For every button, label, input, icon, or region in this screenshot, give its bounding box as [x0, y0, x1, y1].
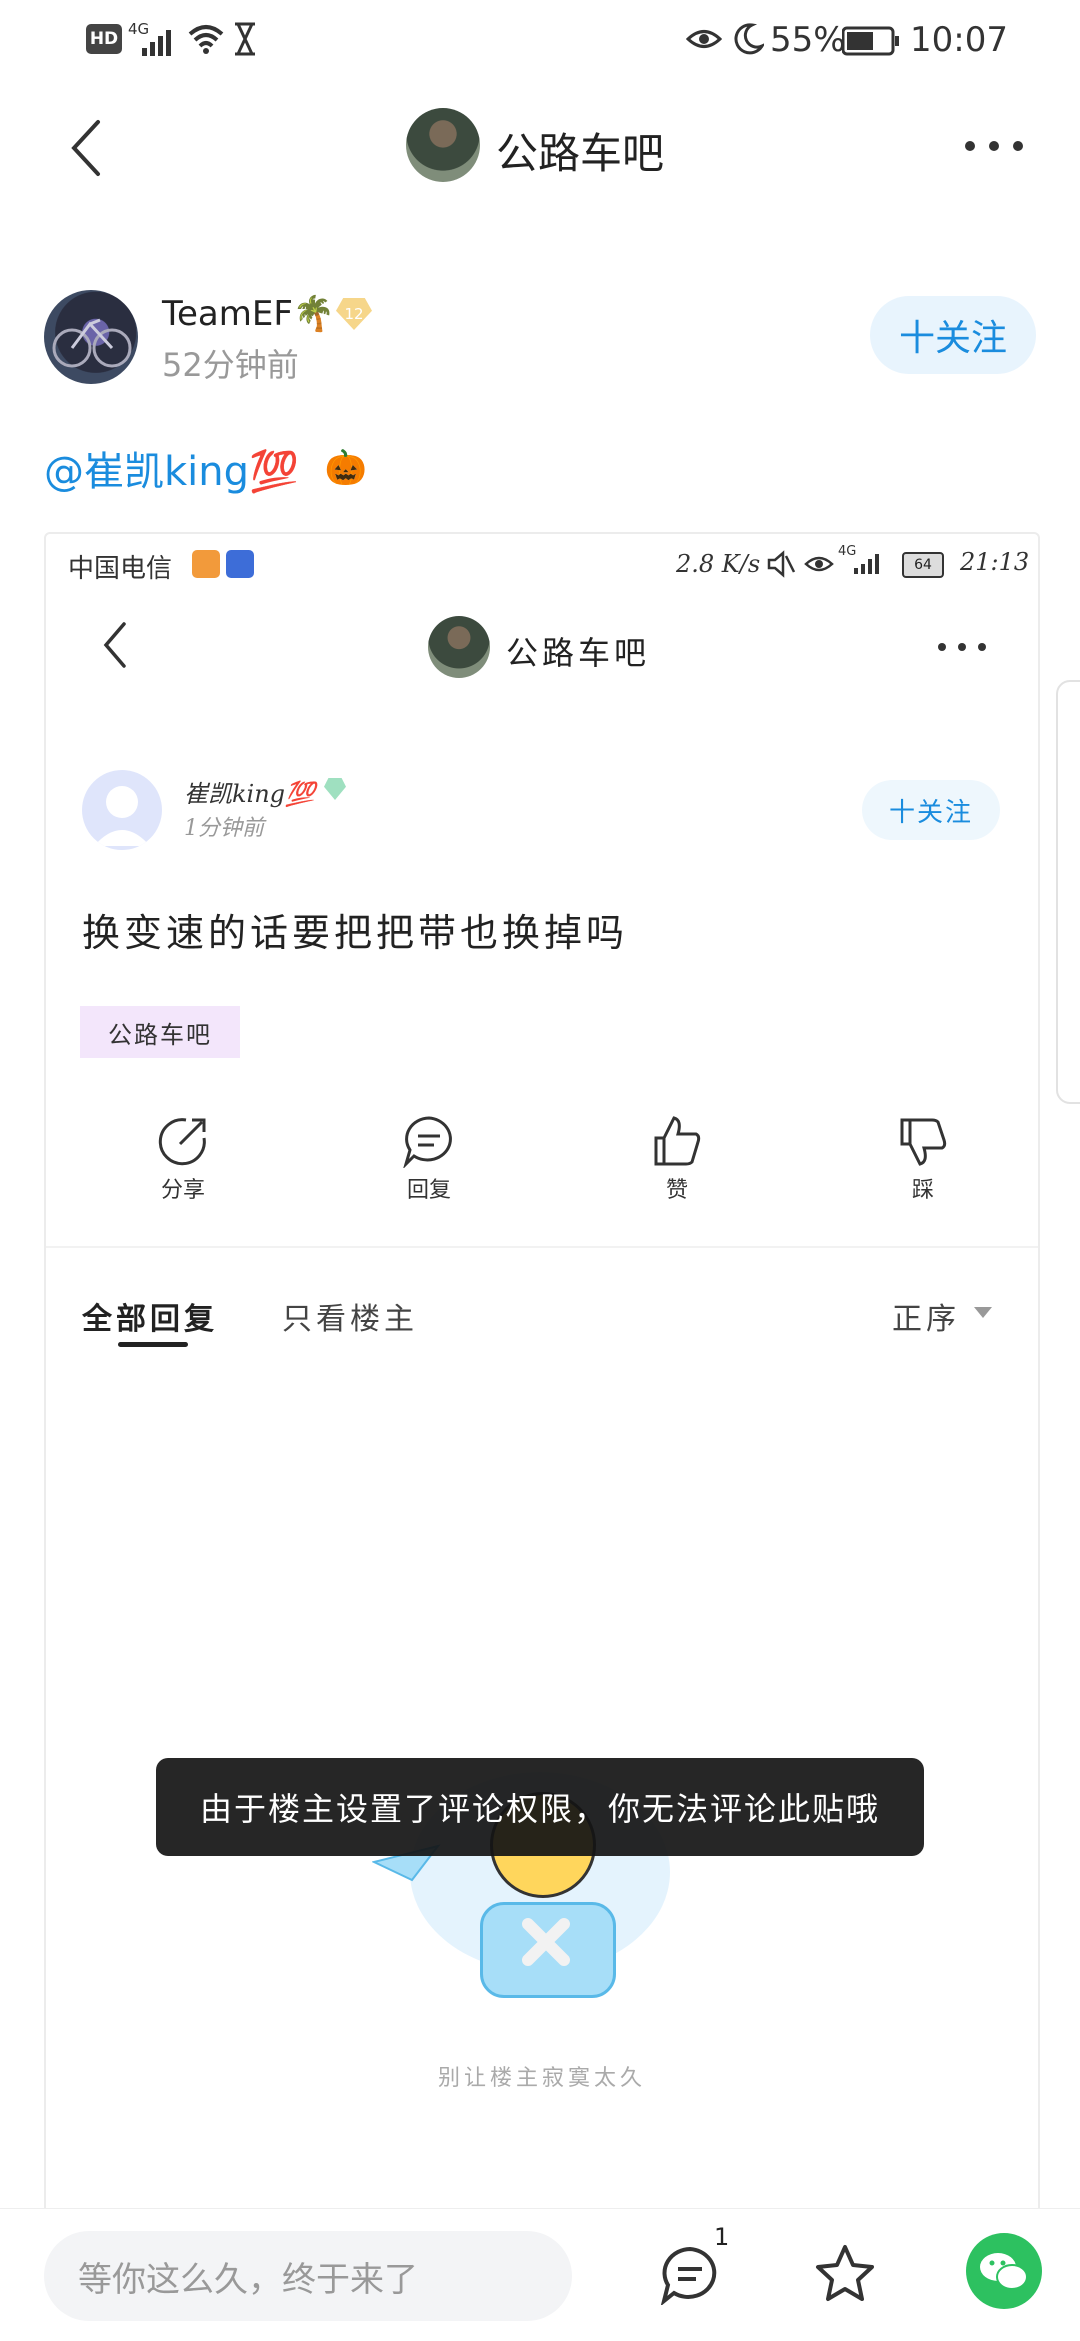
hd-badge: HD	[86, 24, 122, 54]
wechat-share-button[interactable]	[966, 2233, 1042, 2309]
wifi-icon	[188, 25, 224, 54]
bicycle-icon	[52, 318, 132, 368]
inner-back-arrow-icon	[103, 622, 126, 668]
bandage-icon	[522, 1918, 570, 1966]
comment-permission-toast: 由于楼主设置了评论权限，你无法评论此贴哦	[156, 1758, 924, 1856]
author-name[interactable]: TeamEF🌴	[162, 294, 335, 334]
inner-forum-title: 公路车吧	[506, 634, 651, 672]
top-nav-bar: 公路车吧	[0, 100, 1080, 196]
screenshot-image[interactable]: 中国电信 2.8 K/s 4G 64 21:13 公路车吧 崔凯king💯 1分…	[44, 532, 1040, 2226]
signal-icon	[142, 30, 171, 56]
inner-battery: 64	[902, 552, 944, 578]
tab-all-replies: 全部回复	[82, 1302, 218, 1337]
comment-count: 1	[714, 2223, 730, 2251]
tab-op-only: 只看楼主	[282, 1302, 418, 1337]
empty-caption: 别让楼主寂寞太久	[437, 2066, 646, 2091]
level-badge: 12	[336, 298, 372, 330]
mention-link[interactable]: @崔凯king💯	[44, 439, 299, 497]
side-scroll-handle[interactable]	[1056, 680, 1080, 1104]
wechat-icon	[980, 2253, 1028, 2290]
inner-author-avatar	[82, 770, 162, 850]
inner-share-action: 分享	[128, 1114, 238, 1204]
comment-icon[interactable]	[660, 2245, 720, 2305]
inner-eye-icon	[804, 556, 834, 572]
inner-dislike-action: 踩	[868, 1114, 978, 1204]
mute-icon	[767, 550, 796, 578]
star-icon[interactable]	[814, 2243, 876, 2305]
inner-action-row: 分享 回复 赞 踩	[46, 1114, 1038, 1224]
inner-level-badge	[324, 778, 346, 800]
clock: 10:07	[910, 20, 1008, 60]
inner-signal-icon	[854, 554, 879, 574]
inner-carrier: 中国电信	[68, 554, 173, 584]
divider	[46, 1246, 1038, 1248]
thumbs-up-icon	[654, 1116, 701, 1166]
moon-icon	[734, 23, 764, 55]
inner-forum-tag: 公路车吧	[80, 1006, 240, 1058]
app-icon-blue	[226, 550, 254, 578]
battery-percent: 55%	[770, 20, 846, 60]
thumbs-down-icon	[900, 1118, 947, 1166]
inner-clock: 21:13	[960, 548, 1030, 576]
inner-follow-button: 十关注	[862, 780, 1000, 840]
bottom-bar: 等你这么久，终于来了 1	[0, 2208, 1080, 2341]
forum-avatar[interactable]	[406, 108, 480, 182]
post-text-row: @崔凯king💯 🎃	[44, 438, 367, 498]
reply-label: 回复	[406, 1178, 451, 1203]
like-label: 赞	[665, 1178, 688, 1203]
inner-post-text: 换变速的话要把把带也换掉吗	[82, 911, 629, 955]
sort-order: 正序	[892, 1302, 960, 1337]
reply-input[interactable]: 等你这么久，终于来了	[44, 2231, 572, 2321]
more-options-icon[interactable]	[962, 138, 1026, 154]
inner-like-action: 赞	[622, 1114, 732, 1204]
author-avatar[interactable]	[44, 290, 138, 384]
reply-icon	[402, 1116, 452, 1170]
app-icon-orange	[192, 550, 220, 578]
dislike-label: 踩	[911, 1178, 934, 1203]
post-time: 52分钟前	[162, 346, 299, 384]
pumpkin-emoji: 🎃	[324, 448, 368, 488]
inner-reply-action: 回复	[374, 1114, 484, 1204]
status-bar: HD 4G 55% 10:07	[0, 0, 1080, 80]
eye-comfort-icon	[686, 30, 722, 48]
sort-caret-icon	[974, 1307, 992, 1318]
follow-button[interactable]: 十关注	[870, 296, 1036, 374]
share-label: 分享	[160, 1178, 205, 1203]
inner-more-icon	[938, 643, 986, 651]
inner-post-time: 1分钟前	[184, 816, 264, 841]
hourglass-icon	[235, 22, 255, 56]
default-user-icon	[94, 786, 150, 846]
inner-forum-avatar	[428, 616, 490, 678]
battery-icon	[842, 26, 899, 56]
back-arrow-icon[interactable]	[66, 118, 106, 178]
inner-speed: 2.8 K/s	[676, 550, 761, 578]
share-icon	[158, 1118, 206, 1166]
forum-title[interactable]: 公路车吧	[496, 120, 664, 181]
inner-author-name: 崔凯king💯	[184, 780, 315, 808]
tab-active-indicator	[118, 1342, 188, 1347]
